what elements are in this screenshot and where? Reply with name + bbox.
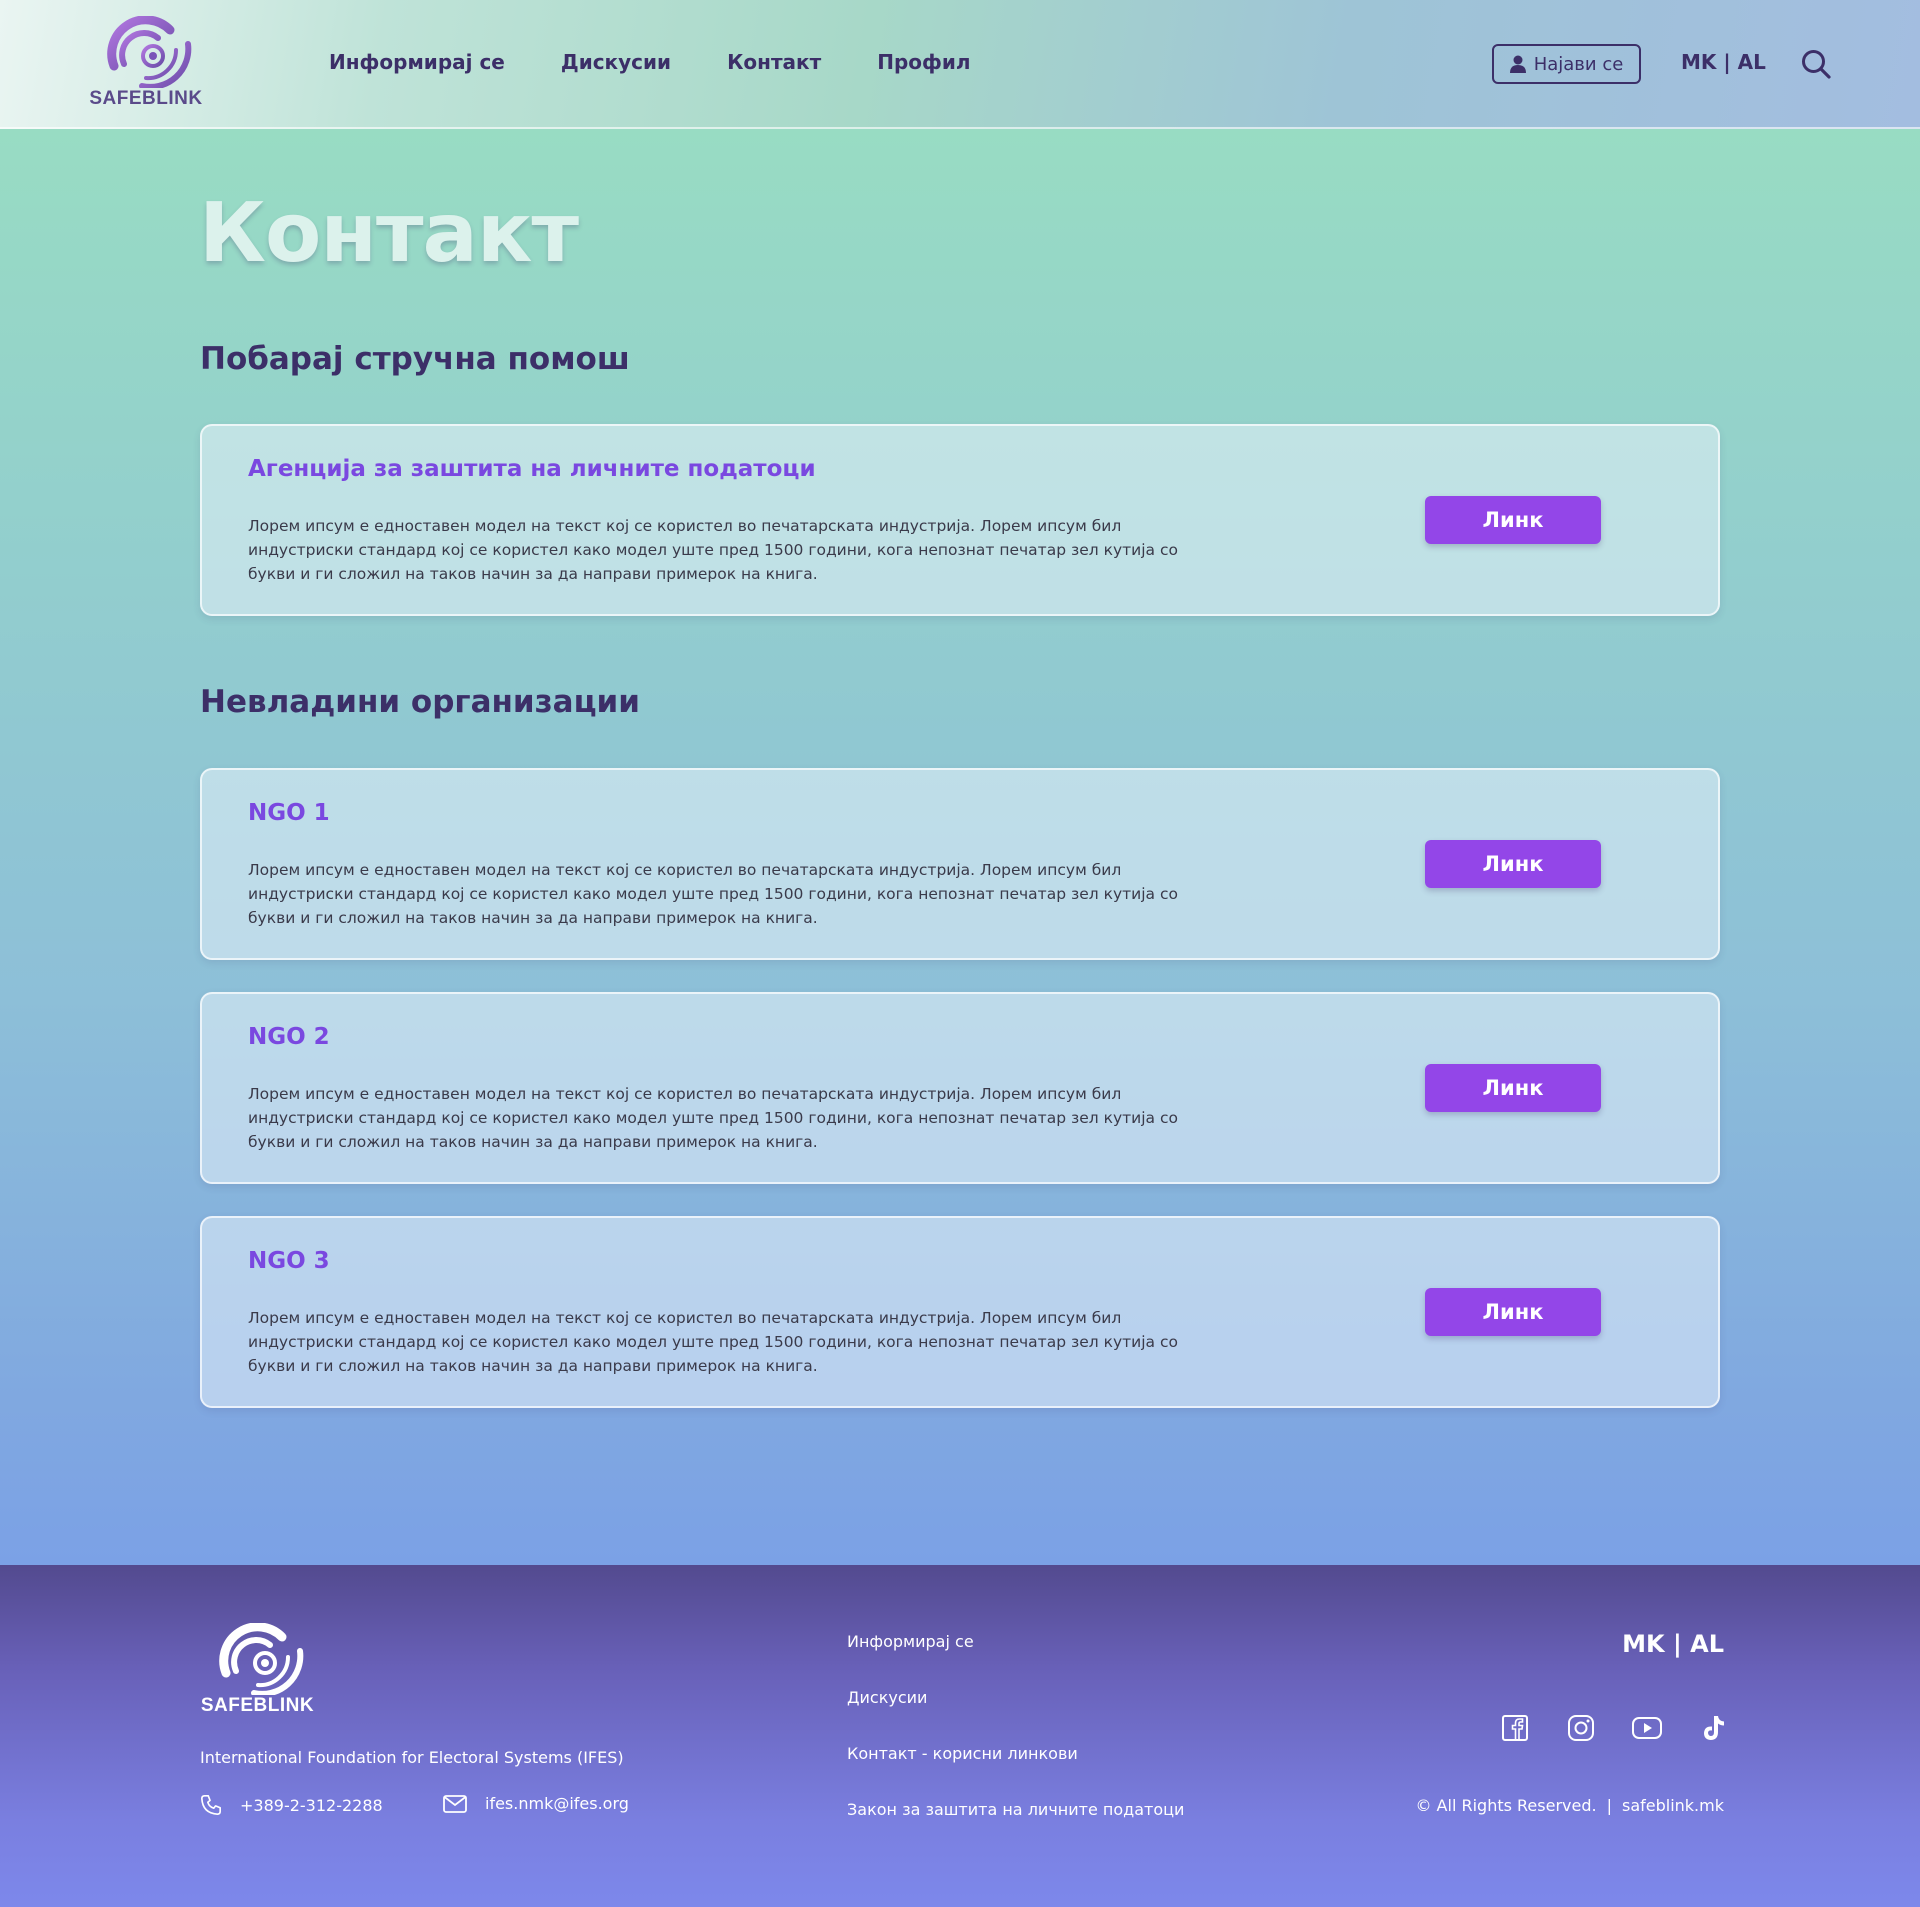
link-button[interactable]: Линк <box>1425 496 1601 544</box>
logo-text: SAFEBLINK <box>200 1695 315 1716</box>
tiktok-icon[interactable] <box>1698 1713 1728 1743</box>
site-link[interactable]: safeblink.mk <box>1622 1796 1724 1815</box>
card-description: Лорем ипсум е едноставен модел на текст … <box>248 1085 1178 1151</box>
section-title-expert-help: Побарај стручна помош <box>200 341 630 377</box>
social-links <box>1500 1713 1728 1743</box>
link-button[interactable]: Линк <box>1425 840 1601 888</box>
card-description: Лорем ипсум е едноставен модел на текст … <box>248 1309 1178 1375</box>
footer-language-switcher[interactable]: MK | AL <box>1622 1630 1724 1658</box>
footer-link-contact[interactable]: Контакт - корисни линкови <box>847 1743 1184 1765</box>
copyright-text: © All Rights Reserved. <box>1415 1796 1597 1815</box>
link-button[interactable]: Линк <box>1425 1064 1601 1112</box>
nav-item-contact[interactable]: Контакт <box>727 50 821 74</box>
logo-text: SAFEBLINK <box>89 88 203 109</box>
instagram-icon[interactable] <box>1566 1713 1596 1743</box>
site-footer: SAFEBLINK International Foundation for E… <box>0 1565 1920 1907</box>
section-title-ngos: Невладини организации <box>200 684 640 720</box>
safeblink-logo[interactable]: SAFEBLINK <box>86 16 206 110</box>
card-title: NGO 2 <box>248 1024 330 1050</box>
contact-card: NGO 1 Лорем ипсум е едноставен модел на … <box>200 768 1720 960</box>
logo-swirl-icon <box>218 1623 303 1695</box>
copyright-separator: | <box>1606 1796 1612 1815</box>
user-icon <box>1509 55 1526 73</box>
footer-logo[interactable]: SAFEBLINK <box>200 1623 315 1717</box>
youtube-icon[interactable] <box>1632 1713 1662 1743</box>
copyright: © All Rights Reserved. | safeblink.mk <box>1415 1796 1724 1815</box>
card-description: Лорем ипсум е едноставен модел на текст … <box>248 517 1178 583</box>
card-title: NGO 1 <box>248 800 330 826</box>
phone-number: +389-2-312-2288 <box>240 1795 383 1815</box>
card-title: NGO 3 <box>248 1248 330 1274</box>
login-label: Најави се <box>1533 53 1624 75</box>
card-title: Агенција за заштита на личните податоци <box>248 456 816 482</box>
card-description: Лорем ипсум е едноставен модел на текст … <box>248 861 1178 927</box>
site-header: SAFEBLINK Информирај се Дискусии Контакт… <box>0 0 1920 129</box>
search-icon[interactable] <box>1801 49 1831 79</box>
contact-card: NGO 2 Лорем ипсум е едноставен модел на … <box>200 992 1720 1184</box>
facebook-icon[interactable] <box>1500 1713 1530 1743</box>
footer-links: Информирај се Дискусии Контакт - корисни… <box>847 1631 1184 1821</box>
footer-organization: International Foundation for Electoral S… <box>200 1748 624 1767</box>
login-button[interactable]: Најави се <box>1492 44 1641 84</box>
footer-link-privacy-law[interactable]: Закон за заштита на личните податоци <box>847 1799 1184 1821</box>
main-nav: Информирај се Дискусии Контакт Профил <box>329 50 971 74</box>
mail-icon <box>443 1794 467 1813</box>
logo-swirl-icon <box>107 16 192 88</box>
page-title: Контакт <box>199 186 579 281</box>
nav-item-inform[interactable]: Информирај се <box>329 50 505 74</box>
footer-link-inform[interactable]: Информирај се <box>847 1631 1184 1653</box>
language-switcher[interactable]: MK | AL <box>1681 50 1766 74</box>
footer-email[interactable]: ifes.nmk@ifes.org <box>443 1794 629 1813</box>
link-button[interactable]: Линк <box>1425 1288 1601 1336</box>
footer-phone[interactable]: +389-2-312-2288 <box>200 1794 383 1816</box>
phone-icon <box>201 1795 221 1815</box>
footer-link-discussions[interactable]: Дискусии <box>847 1687 1184 1709</box>
nav-item-profile[interactable]: Профил <box>877 50 970 74</box>
email-address: ifes.nmk@ifes.org <box>485 1794 629 1813</box>
contact-card: NGO 3 Лорем ипсум е едноставен модел на … <box>200 1216 1720 1408</box>
nav-item-discussions[interactable]: Дискусии <box>561 50 671 74</box>
contact-card: Агенција за заштита на личните податоци … <box>200 424 1720 616</box>
